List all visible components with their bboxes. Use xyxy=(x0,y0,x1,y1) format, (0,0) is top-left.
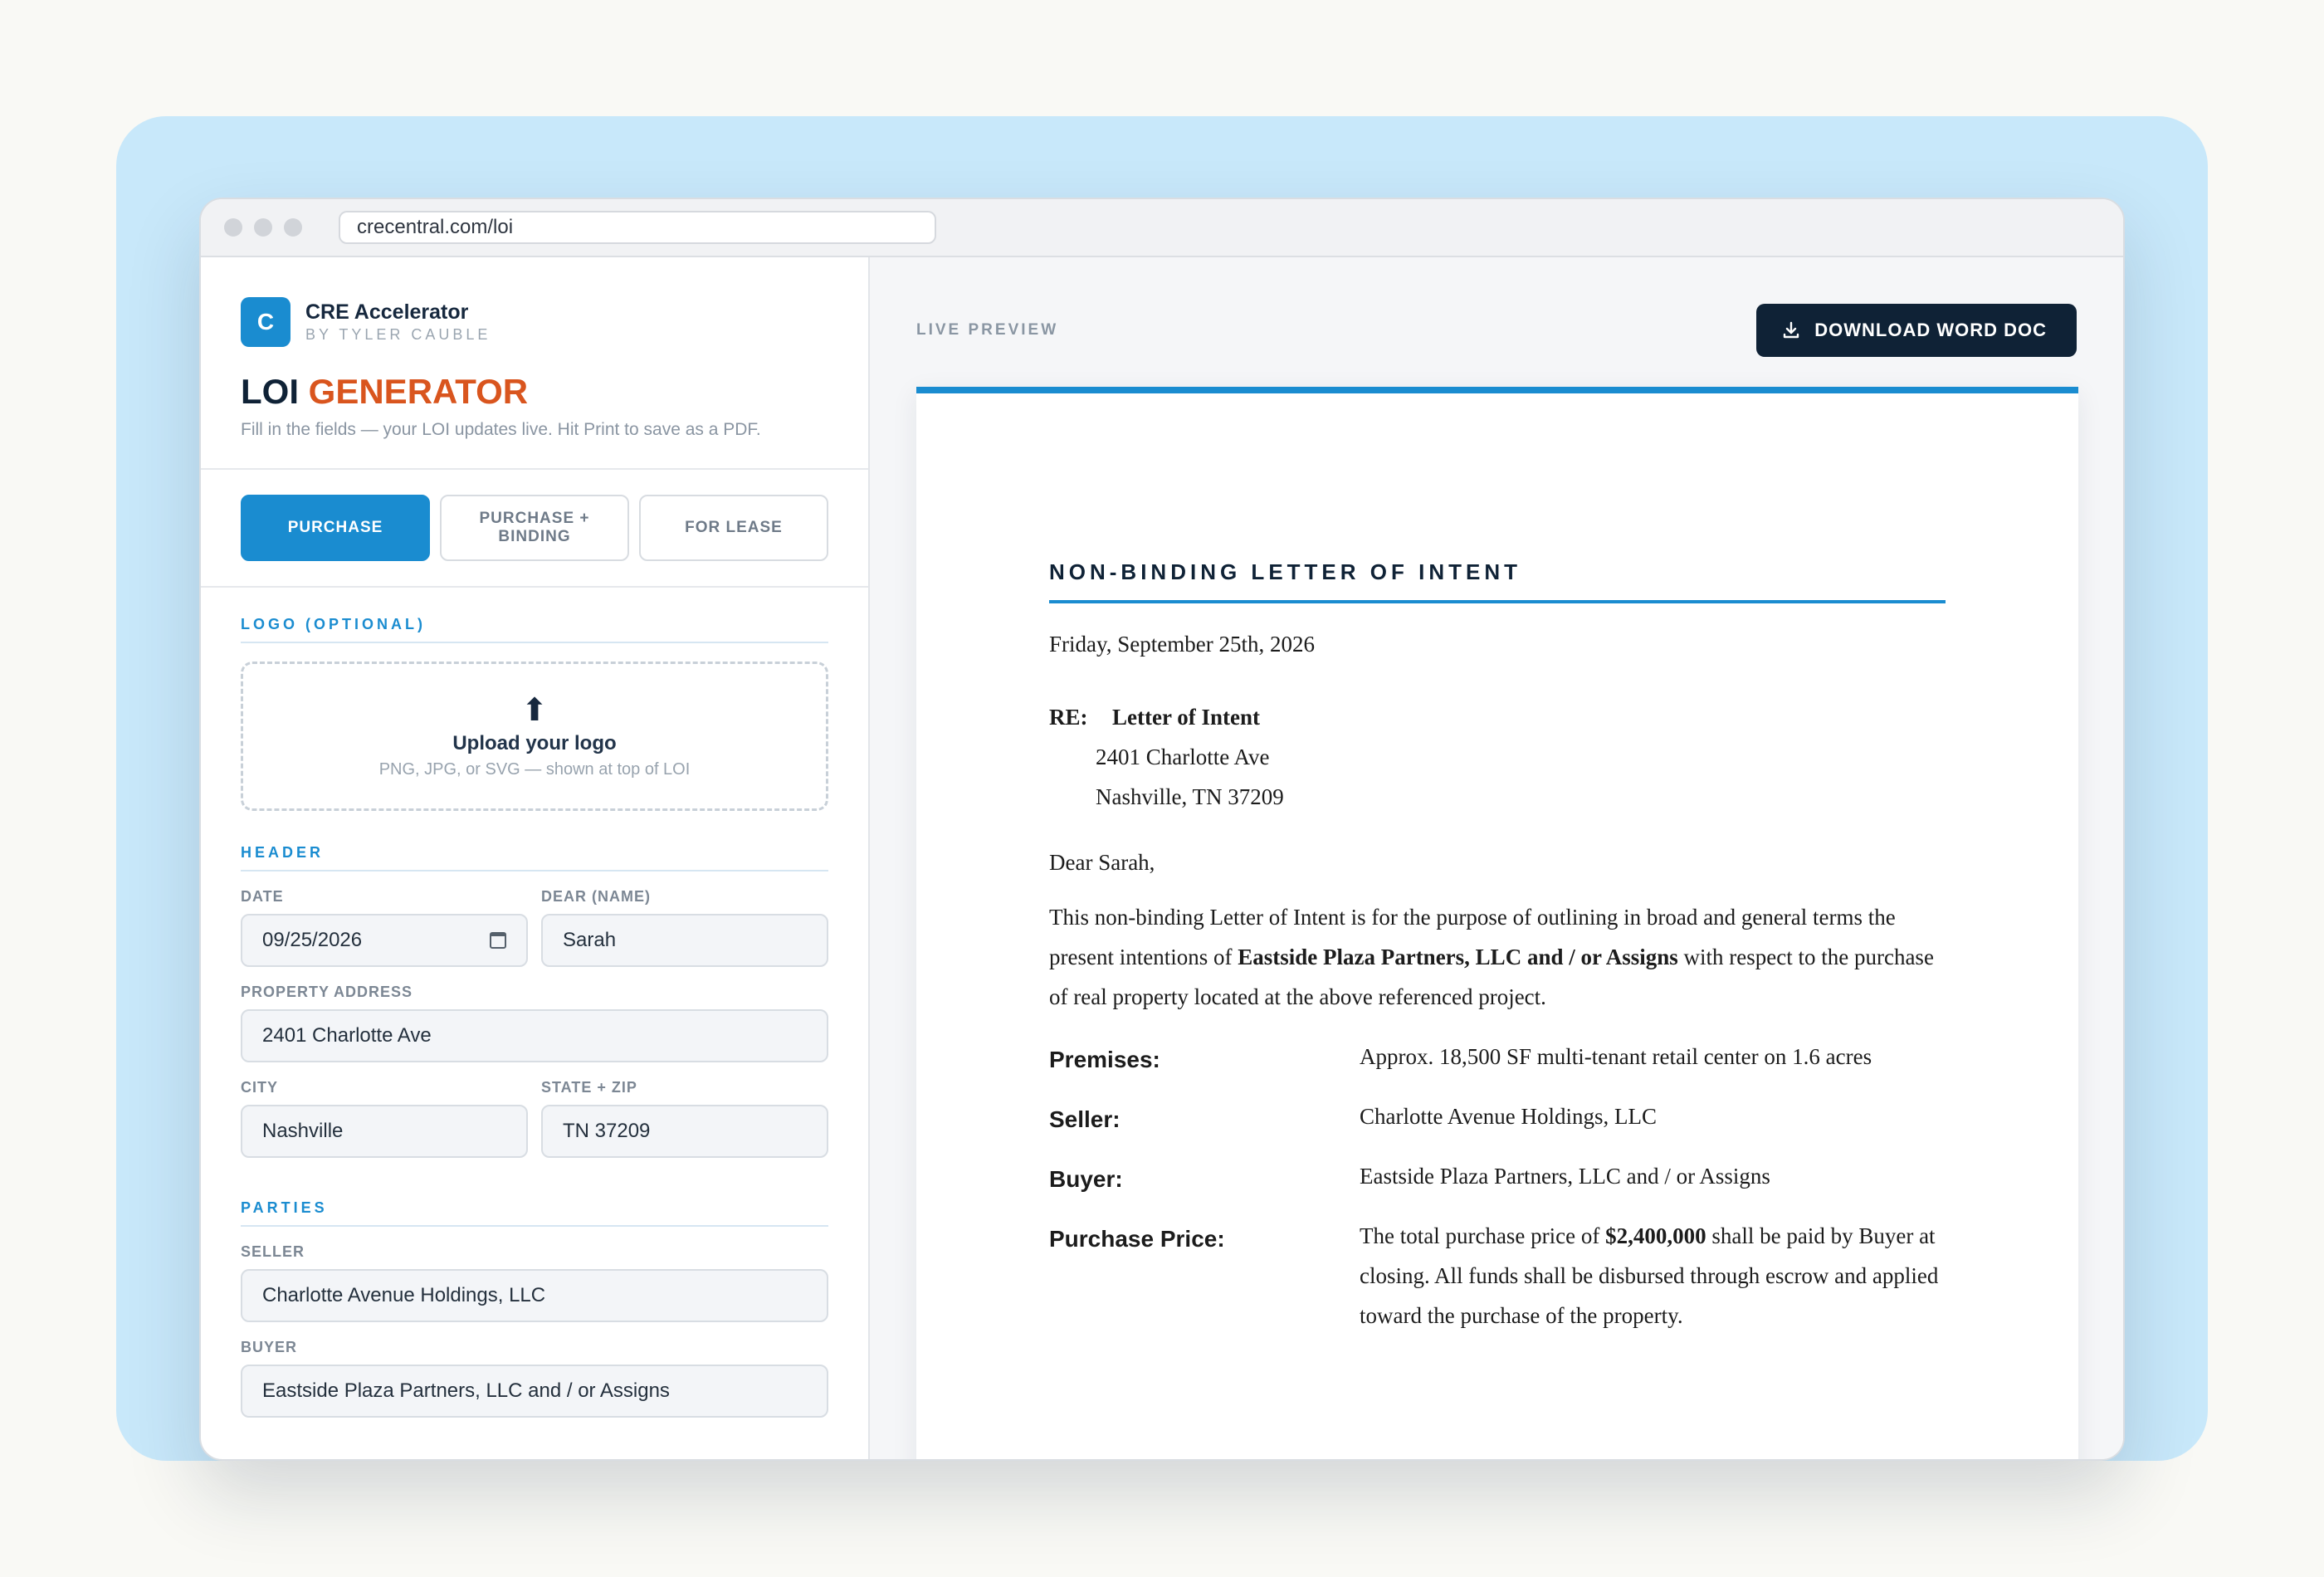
buyer-value: Eastside Plaza Partners, LLC and / or As… xyxy=(262,1379,670,1402)
page-subtitle: Fill in the fields — your LOI updates li… xyxy=(241,420,761,439)
state-zip-value: TN 37209 xyxy=(563,1120,651,1142)
upload-title: Upload your logo xyxy=(452,731,617,754)
re-label: RE: xyxy=(1049,705,1088,730)
buyer-input[interactable]: Eastside Plaza Partners, LLC and / or As… xyxy=(241,1365,828,1418)
intro-buyer: Eastside Plaza Partners, LLC and / or As… xyxy=(1238,945,1678,969)
buyer-label: BUYER xyxy=(241,1339,298,1355)
document-title: NON-BINDING LETTER OF INTENT xyxy=(1049,559,1946,603)
intro-paragraph: This non-binding Letter of Intent is for… xyxy=(1049,897,1946,1017)
section-label-logo: LOGO (OPTIONAL) xyxy=(241,616,828,643)
browser-window: crecentral.com/loi C CRE Accelerator BY … xyxy=(199,198,2125,1461)
term-row: Premises: Approx. 18,500 SF multi-tenant… xyxy=(1049,1043,1946,1077)
state-zip-label: STATE + ZIP xyxy=(541,1079,637,1096)
divider xyxy=(201,586,868,588)
term-buyer-value: Eastside Plaza Partners, LLC and / or As… xyxy=(1360,1164,1770,1189)
re-title: Letter of Intent xyxy=(1112,705,1260,730)
term-premises-label: Premises: xyxy=(1049,1047,1160,1072)
brand-name: CRE Accelerator xyxy=(305,300,469,324)
re-address: 2401 Charlotte Ave xyxy=(1096,745,1270,769)
price-text: The total purchase price of xyxy=(1360,1223,1606,1248)
term-buyer-label: Buyer: xyxy=(1049,1166,1123,1192)
header-section: HEADER DATE 09/25/2026 DEAR (NAME) Sarah xyxy=(201,844,868,1158)
date-input[interactable]: 09/25/2026 xyxy=(241,914,528,967)
city-input[interactable]: Nashville xyxy=(241,1105,528,1158)
brand-logo: C xyxy=(241,297,290,347)
loi-document: NON-BINDING LETTER OF INTENT Friday, Sep… xyxy=(916,387,2078,1459)
address-label: PROPERTY ADDRESS xyxy=(241,984,413,1000)
term-row: Seller: Charlotte Avenue Holdings, LLC xyxy=(1049,1103,1946,1136)
window-minimize-dot[interactable] xyxy=(254,218,272,237)
term-price-value: The total purchase price of $2,400,000 s… xyxy=(1360,1216,1946,1335)
term-price-label: Purchase Price: xyxy=(1049,1226,1225,1252)
page-title-accent: GENERATOR xyxy=(308,372,529,411)
city-value: Nashville xyxy=(262,1120,344,1142)
window-close-dot[interactable] xyxy=(224,218,242,237)
download-icon xyxy=(1784,321,1799,339)
seller-value: Charlotte Avenue Holdings, LLC xyxy=(262,1284,546,1306)
upload-arrow-icon: ⬆ xyxy=(521,692,548,728)
calendar-icon[interactable] xyxy=(490,932,506,949)
tab-for-lease[interactable]: FOR LEASE xyxy=(639,495,828,561)
preview-panel: LIVE PREVIEW DOWNLOAD WORD DOC NON-BINDI… xyxy=(870,257,2123,1459)
brand: C CRE Accelerator BY TYLER CAUBLE xyxy=(201,257,868,347)
upload-hint: PNG, JPG, or SVG — shown at top of LOI xyxy=(378,759,691,779)
seller-input[interactable]: Charlotte Avenue Holdings, LLC xyxy=(241,1269,828,1322)
download-word-doc-button[interactable]: DOWNLOAD WORD DOC xyxy=(1756,304,2077,357)
re-city: Nashville, TN 37209 xyxy=(1096,784,1284,809)
property-address-input[interactable]: 2401 Charlotte Ave xyxy=(241,1009,828,1062)
date-label: DATE xyxy=(241,888,284,905)
section-label-parties: PARTIES xyxy=(241,1199,828,1227)
re-block: RE: Letter of Intent 2401 Charlotte Ave … xyxy=(1049,697,1946,817)
form-panel: C CRE Accelerator BY TYLER CAUBLE LOI GE… xyxy=(201,257,870,1459)
logo-upload-dropzone[interactable]: ⬆ Upload your logo PNG, JPG, or SVG — sh… xyxy=(241,662,828,811)
address-value: 2401 Charlotte Ave xyxy=(262,1024,432,1047)
price-amount: $2,400,000 xyxy=(1605,1223,1706,1248)
seller-label: SELLER xyxy=(241,1243,305,1260)
term-row: Purchase Price: The total purchase price… xyxy=(1049,1223,1946,1335)
window-maximize-dot[interactable] xyxy=(284,218,302,237)
dear-label: DEAR (NAME) xyxy=(541,888,651,905)
tab-purchase[interactable]: PURCHASE xyxy=(241,495,430,561)
download-button-label: DOWNLOAD WORD DOC xyxy=(1814,320,2047,340)
term-premises-value: Approx. 18,500 SF multi-tenant retail ce… xyxy=(1360,1044,1872,1069)
term-seller-label: Seller: xyxy=(1049,1106,1120,1132)
state-zip-input[interactable]: TN 37209 xyxy=(541,1105,828,1158)
terms-list: Premises: Approx. 18,500 SF multi-tenant… xyxy=(1049,1043,1946,1335)
page-title-main: LOI xyxy=(241,372,299,411)
section-label-header: HEADER xyxy=(241,844,828,872)
document-date: Friday, September 25th, 2026 xyxy=(1049,632,1315,657)
term-seller-value: Charlotte Avenue Holdings, LLC xyxy=(1360,1104,1657,1129)
salutation: Dear Sarah, xyxy=(1049,850,1155,875)
browser-chrome: crecentral.com/loi xyxy=(201,199,2123,257)
parties-section: PARTIES SELLER Charlotte Avenue Holdings… xyxy=(201,1199,868,1418)
date-value: 09/25/2026 xyxy=(262,929,363,951)
term-row: Buyer: Eastside Plaza Partners, LLC and … xyxy=(1049,1163,1946,1196)
logo-section: LOGO (OPTIONAL) ⬆ Upload your logo PNG, … xyxy=(201,616,868,811)
loi-type-tabs: PURCHASE PURCHASE + BINDING FOR LEASE xyxy=(201,470,868,586)
dear-name-input[interactable]: Sarah xyxy=(541,914,828,967)
city-label: CITY xyxy=(241,1079,279,1096)
live-preview-label: LIVE PREVIEW xyxy=(916,321,1059,339)
dear-value: Sarah xyxy=(563,929,617,951)
tab-purchase-binding[interactable]: PURCHASE + BINDING xyxy=(440,495,629,561)
brand-byline: BY TYLER CAUBLE xyxy=(305,326,491,343)
page-title: LOI GENERATOR xyxy=(201,347,868,412)
url-bar[interactable]: crecentral.com/loi xyxy=(339,211,936,244)
